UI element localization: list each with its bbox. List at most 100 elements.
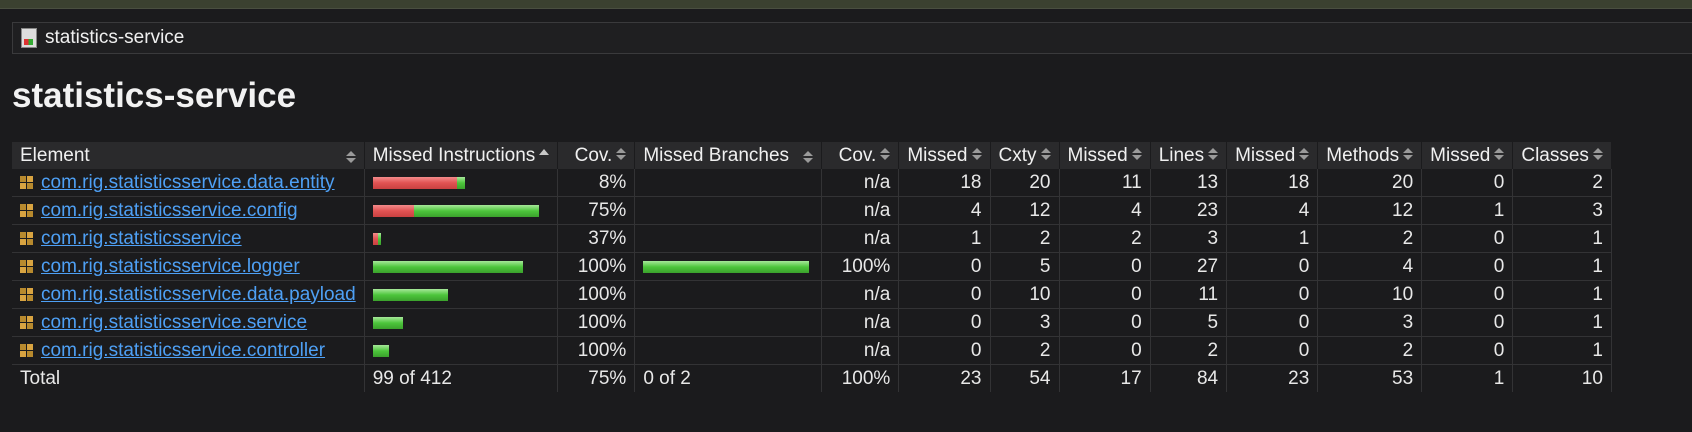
page-title: statistics-service — [12, 76, 297, 115]
package-link[interactable]: com.rig.statisticsservice.controller — [41, 340, 325, 361]
missed-methods: 1 — [1226, 224, 1319, 253]
breadcrumb-label[interactable]: statistics-service — [45, 27, 184, 49]
header-cxty[interactable]: Cxty — [990, 142, 1060, 169]
cxty: 20 — [990, 169, 1060, 197]
element-cell: com.rig.statisticsservice.controller — [12, 336, 365, 365]
lines: 23 — [1150, 196, 1228, 225]
element-cell: com.rig.statisticsservice.data.entity — [12, 169, 365, 197]
package-link[interactable]: com.rig.statisticsservice.logger — [41, 256, 300, 277]
sort-icon[interactable] — [345, 150, 356, 163]
missed-lines: 11 — [1059, 169, 1151, 197]
header-instructions-coverage[interactable]: Cov. — [557, 142, 636, 169]
header-missed-instructions[interactable]: Missed Instructions — [364, 142, 559, 169]
header-lines[interactable]: Lines — [1150, 142, 1228, 169]
sort-icon[interactable] — [1208, 147, 1219, 160]
header-element[interactable]: Element — [12, 142, 365, 169]
classes: 2 — [1512, 169, 1612, 197]
sort-icon[interactable] — [1040, 147, 1051, 160]
header-missed-branches[interactable]: Missed Branches — [634, 142, 823, 169]
branches-coverage: n/a — [821, 224, 900, 253]
missed-cxty: 18 — [898, 169, 991, 197]
missed-lines: 4 — [1059, 196, 1151, 225]
sort-icon[interactable] — [880, 147, 891, 160]
missed-cxty: 0 — [898, 252, 991, 281]
sort-icon[interactable] — [1299, 147, 1310, 160]
element-cell: com.rig.statisticsservice.data.payload — [12, 280, 365, 309]
branches-coverage: n/a — [821, 308, 900, 337]
classes: 3 — [1512, 196, 1612, 225]
package-link[interactable]: com.rig.statisticsservice.config — [41, 200, 298, 221]
missed-classes: 1 — [1421, 196, 1514, 225]
element-cell: com.rig.statisticsservice.config — [12, 196, 365, 225]
missed-classes: 0 — [1421, 280, 1514, 309]
total-missed-methods: 23 — [1226, 364, 1319, 392]
cxty: 10 — [990, 280, 1060, 309]
methods: 12 — [1317, 196, 1423, 225]
package-icon — [20, 259, 33, 273]
package-link[interactable]: com.rig.statisticsservice.data.payload — [41, 284, 356, 305]
total-branches-coverage: 100% — [821, 364, 900, 392]
missed-classes: 0 — [1421, 336, 1514, 365]
table-row: com.rig.statisticsservice.data.payload 1… — [12, 280, 1612, 309]
missed-instructions-bar-cell — [364, 308, 559, 337]
missed-cxty: 0 — [898, 308, 991, 337]
sort-icon[interactable] — [616, 147, 627, 160]
missed-methods: 4 — [1226, 196, 1319, 225]
covered-bar — [413, 204, 539, 217]
missed-branches-bar-cell — [634, 280, 823, 309]
breadcrumb: statistics-service — [12, 22, 1692, 54]
sort-icon[interactable] — [971, 147, 982, 160]
lines: 2 — [1150, 336, 1228, 365]
covered-bar — [377, 232, 381, 245]
table-row: com.rig.statisticsservice.controller 100… — [12, 336, 1612, 365]
covered-bar — [456, 176, 465, 189]
table-row: com.rig.statisticsservice.service 100% n… — [12, 308, 1612, 337]
classes: 1 — [1512, 252, 1612, 281]
header-missed-methods[interactable]: Missed — [1226, 142, 1319, 169]
instructions-coverage: 100% — [557, 252, 636, 281]
header-methods[interactable]: Methods — [1317, 142, 1423, 169]
missed-methods: 0 — [1226, 280, 1319, 309]
missed-instructions-bar-cell — [364, 252, 559, 281]
missed-cxty: 0 — [898, 336, 991, 365]
sort-ascending-icon[interactable] — [539, 148, 550, 155]
package-icon — [20, 231, 33, 245]
cxty: 12 — [990, 196, 1060, 225]
header-classes[interactable]: Classes — [1512, 142, 1612, 169]
branches-coverage: n/a — [821, 280, 900, 309]
instructions-coverage: 100% — [557, 280, 636, 309]
element-cell: com.rig.statisticsservice.service — [12, 308, 365, 337]
missed-instructions-bar-cell — [364, 169, 559, 197]
classes: 1 — [1512, 280, 1612, 309]
header-missed-cxty[interactable]: Missed — [898, 142, 991, 169]
total-missed-cxty: 23 — [898, 364, 991, 392]
total-classes: 10 — [1512, 364, 1612, 392]
header-missed-classes[interactable]: Missed — [1421, 142, 1514, 169]
package-link[interactable]: com.rig.statisticsservice — [41, 228, 242, 249]
header-missed-lines[interactable]: Missed — [1059, 142, 1151, 169]
table-row: com.rig.statisticsservice 37% n/a 1 2 2 … — [12, 224, 1612, 253]
methods: 2 — [1317, 224, 1423, 253]
element-cell: com.rig.statisticsservice.logger — [12, 252, 365, 281]
missed-classes: 0 — [1421, 224, 1514, 253]
cxty: 2 — [990, 224, 1060, 253]
sort-icon[interactable] — [1592, 147, 1603, 160]
package-link[interactable]: com.rig.statisticsservice.service — [41, 312, 307, 333]
sort-icon[interactable] — [1131, 147, 1142, 160]
total-cxty: 54 — [990, 364, 1060, 392]
sort-icon[interactable] — [1494, 147, 1505, 160]
table-row: com.rig.statisticsservice.logger 100% 1 0… — [12, 252, 1612, 281]
package-icon — [20, 203, 33, 217]
cxty: 3 — [990, 308, 1060, 337]
header-branches-coverage[interactable]: Cov. — [821, 142, 900, 169]
missed-classes: 0 — [1421, 308, 1514, 337]
covered-bar — [372, 316, 403, 329]
branch-covered-bar — [643, 260, 810, 273]
sort-icon[interactable] — [1403, 147, 1414, 160]
total-missed-classes: 1 — [1421, 364, 1514, 392]
sort-icon[interactable] — [803, 150, 814, 163]
cxty: 5 — [990, 252, 1060, 281]
package-link[interactable]: com.rig.statisticsservice.data.entity — [41, 172, 335, 193]
missed-branches-bar-cell — [634, 336, 823, 365]
header-row: Element Missed Instructions Cov. Missed … — [12, 142, 1612, 169]
